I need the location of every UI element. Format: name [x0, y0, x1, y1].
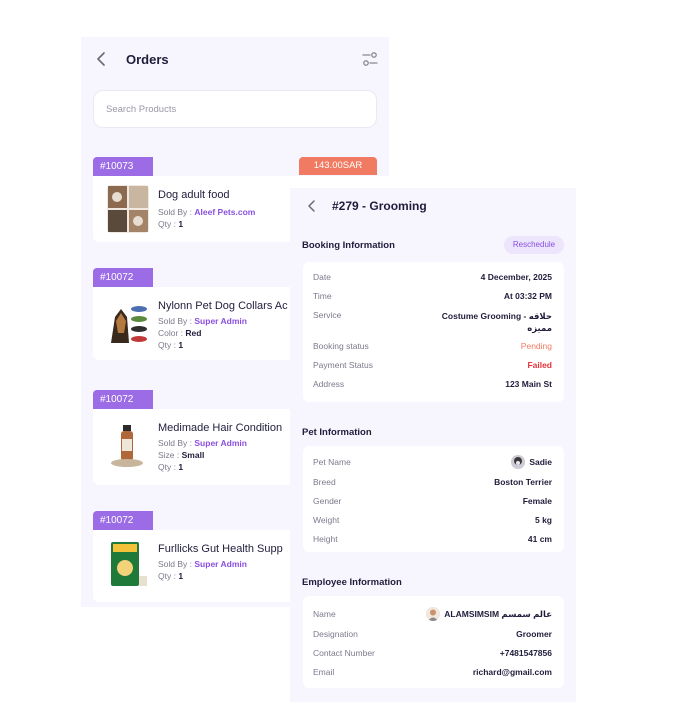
product-image [107, 540, 149, 588]
reschedule-button[interactable]: Reschedule [504, 236, 564, 254]
info-row-height: Height 41 cm [313, 534, 552, 544]
product-name: Nylonn Pet Dog Collars Ac [158, 300, 288, 312]
section-title-employee: Employee Information [302, 577, 402, 588]
qty-line: Qty : 1 [158, 462, 184, 472]
info-row-designation: Designation Groomer [313, 629, 552, 639]
size-line: Size : Small [158, 450, 205, 460]
search-box[interactable] [93, 90, 377, 128]
info-row-service: Service Costume Grooming - حلاقه مميزه [313, 310, 552, 333]
order-id-badge: #10072 [93, 268, 153, 287]
employee-info-card: Name ALAMSIMSIM عالم سمسم Designation Gr… [303, 596, 564, 688]
sold-by-line: Sold By : Super Admin [158, 316, 247, 326]
info-row-employee-name: Name ALAMSIMSIM عالم سمسم [313, 607, 552, 621]
sold-by-line: Sold By : Super Admin [158, 559, 247, 569]
info-row-email: Email richard@gmail.com [313, 667, 552, 677]
booking-info-card: Date 4 December, 2025 Time At 03:32 PM S… [303, 262, 564, 402]
section-title-booking: Booking Information [302, 240, 395, 251]
page-title: Orders [126, 52, 169, 67]
qty-line: Qty : 1 [158, 219, 184, 229]
filter-button[interactable] [362, 51, 378, 67]
chevron-left-icon [308, 200, 315, 212]
product-name: Dog adult food [158, 189, 230, 201]
contact-number[interactable]: +7481547856 [500, 648, 552, 658]
pet-avatar [511, 455, 526, 469]
seller-link[interactable]: Aleef Pets.com [194, 207, 255, 217]
seller-link[interactable]: Super Admin [194, 438, 247, 448]
product-image [107, 299, 149, 347]
info-row-address: Address 123 Main St [313, 379, 552, 389]
sold-by-line: Sold By : Super Admin [158, 438, 247, 448]
qty-line: Qty : 1 [158, 340, 184, 350]
filter-icon [362, 52, 378, 66]
back-button[interactable] [306, 198, 318, 214]
order-id-badge: #10073 [93, 157, 153, 176]
product-image [107, 421, 149, 469]
page-title: #279 - Grooming [332, 199, 427, 213]
price-badge: 143.00SAR [299, 157, 377, 175]
employee-avatar [426, 607, 441, 621]
qty-line: Qty : 1 [158, 571, 184, 581]
info-row-booking-status: Booking status Pending [313, 341, 552, 351]
booking-details-screen: #279 - Grooming Booking Information Resc… [290, 188, 576, 702]
section-title-pet: Pet Information [302, 427, 372, 438]
info-row-breed: Breed Boston Terrier [313, 477, 552, 487]
product-name: Furllicks Gut Health Supp [158, 543, 283, 555]
info-row-date: Date 4 December, 2025 [313, 272, 552, 282]
back-button[interactable] [95, 51, 109, 67]
seller-link[interactable]: Super Admin [194, 316, 247, 326]
seller-link[interactable]: Super Admin [194, 559, 247, 569]
color-line: Color : Red [158, 328, 202, 338]
email-link[interactable]: richard@gmail.com [473, 667, 552, 677]
info-row-weight: Weight 5 kg [313, 515, 552, 525]
sold-by-line: Sold By : Aleef Pets.com [158, 207, 256, 217]
status-badge: Pending [520, 341, 552, 351]
order-id-badge: #10072 [93, 511, 153, 530]
info-row-gender: Gender Female [313, 496, 552, 506]
pet-info-card: Pet Name Sadie Breed Boston Terrier Gend… [303, 446, 564, 552]
payment-status-badge: Failed [527, 360, 552, 370]
product-image [107, 185, 149, 233]
info-row-pet-name: Pet Name Sadie [313, 455, 552, 469]
info-row-payment-status: Payment Status Failed [313, 360, 552, 370]
product-name: Medimade Hair Condition [158, 422, 283, 434]
info-row-time: Time At 03:32 PM [313, 291, 552, 301]
order-id-badge: #10072 [93, 390, 153, 409]
orders-header: Orders [81, 37, 389, 81]
chevron-left-icon [97, 52, 105, 66]
info-row-contact: Contact Number +7481547856 [313, 648, 552, 658]
search-input[interactable] [106, 103, 376, 115]
